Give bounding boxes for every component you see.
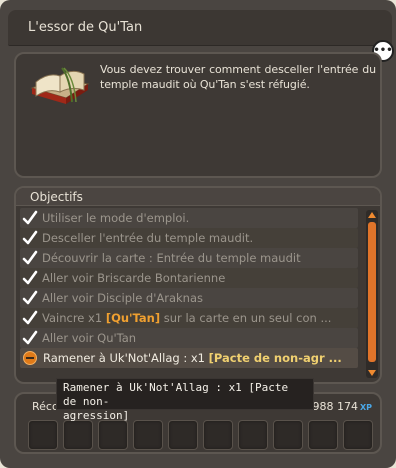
objective-text-pre: Ramener à Uk'Not'Allag : x1 [43, 351, 209, 365]
objectives-panel: Objectifs Utiliser le mode d'emploi. Des… [14, 186, 382, 384]
objective-text: Desceller l'entrée du temple maudit. [42, 231, 254, 245]
objective-text-pre: Vaincre x1 [42, 311, 106, 325]
list-item[interactable]: Découvrir la carte : Entrée du temple ma… [20, 248, 358, 268]
description-panel: Vous devez trouver comment desceller l'e… [14, 52, 382, 178]
reward-slot[interactable] [343, 420, 373, 450]
objective-text: Vaincre x1 [Qu'Tan] sur la carte en un s… [42, 311, 331, 325]
objectives-header: Objectifs [16, 188, 380, 206]
quest-window: L'essor de Qu'Tan ••• Vous devez trouver… [0, 0, 396, 468]
list-item[interactable]: Utiliser le mode d'emploi. [20, 208, 358, 228]
title-bar[interactable]: L'essor de Qu'Tan [8, 10, 392, 46]
tooltip-line-2: agression] [63, 409, 130, 422]
list-item[interactable]: Desceller l'entrée du temple maudit. [20, 228, 358, 248]
current-objective-icon [23, 351, 37, 365]
objectives-list: Utiliser le mode d'emploi. Desceller l'e… [20, 208, 360, 368]
book-icon [30, 67, 90, 104]
monster-link[interactable]: [Qu'Tan] [106, 311, 160, 325]
rewards-label: Réco [32, 400, 59, 413]
scroll-down-icon[interactable] [368, 370, 376, 376]
list-item[interactable]: Vaincre x1 [Qu'Tan] sur la carte en un s… [20, 308, 358, 328]
reward-slot[interactable] [28, 420, 58, 450]
checkmark-icon [20, 208, 40, 228]
reward-slot[interactable] [133, 420, 163, 450]
objectives-title: Objectifs [30, 190, 83, 204]
checkmark-icon [20, 288, 40, 308]
scroll-thumb[interactable] [368, 222, 376, 362]
xp-icon: XP [359, 403, 372, 412]
checkmark-icon [20, 268, 40, 288]
checkmark-icon [20, 308, 40, 328]
objective-text: Utiliser le mode d'emploi. [42, 211, 190, 225]
scroll-up-icon[interactable] [368, 212, 376, 218]
objective-text-post: sur la carte en un seul con ... [160, 311, 332, 325]
quest-description: Vous devez trouver comment desceller l'e… [100, 63, 376, 91]
list-item[interactable]: Aller voir Qu'Tan [20, 328, 358, 348]
reward-slot[interactable] [168, 420, 198, 450]
objective-text: Découvrir la carte : Entrée du temple ma… [42, 251, 301, 265]
objective-text: Aller voir Disciple d'Araknas [42, 291, 204, 305]
xp-reward: 988 174 XP [312, 400, 372, 413]
reward-slot[interactable] [238, 420, 268, 450]
tooltip-line-1: Ramener à Uk'Not'Allag : x1 [Pacte de no… [63, 381, 289, 408]
checkmark-icon [20, 228, 40, 248]
objective-text: Aller voir Briscarde Bontarienne [42, 271, 226, 285]
item-link[interactable]: [Pacte de non-agr ... [209, 351, 342, 365]
reward-slot[interactable] [63, 420, 93, 450]
objective-text: Ramener à Uk'Not'Allag : x1 [Pacte de no… [43, 351, 342, 365]
checkmark-icon [20, 328, 40, 348]
reward-slot[interactable] [98, 420, 128, 450]
reward-slot[interactable] [308, 420, 338, 450]
xp-value: 988 174 [312, 400, 358, 413]
objective-text: Aller voir Qu'Tan [42, 331, 137, 345]
checkmark-icon [20, 248, 40, 268]
window-title: L'essor de Qu'Tan [28, 20, 143, 35]
reward-slot[interactable] [203, 420, 233, 450]
tooltip: Ramener à Uk'Not'Allag : x1 [Pacte de no… [56, 378, 314, 422]
reward-slot[interactable] [273, 420, 303, 450]
list-item-current[interactable]: Ramener à Uk'Not'Allag : x1 [Pacte de no… [20, 348, 358, 368]
list-item[interactable]: Aller voir Disciple d'Araknas [20, 288, 358, 308]
list-item[interactable]: Aller voir Briscarde Bontarienne [20, 268, 358, 288]
objectives-scrollbar[interactable] [366, 210, 378, 378]
reward-slots [28, 420, 373, 450]
